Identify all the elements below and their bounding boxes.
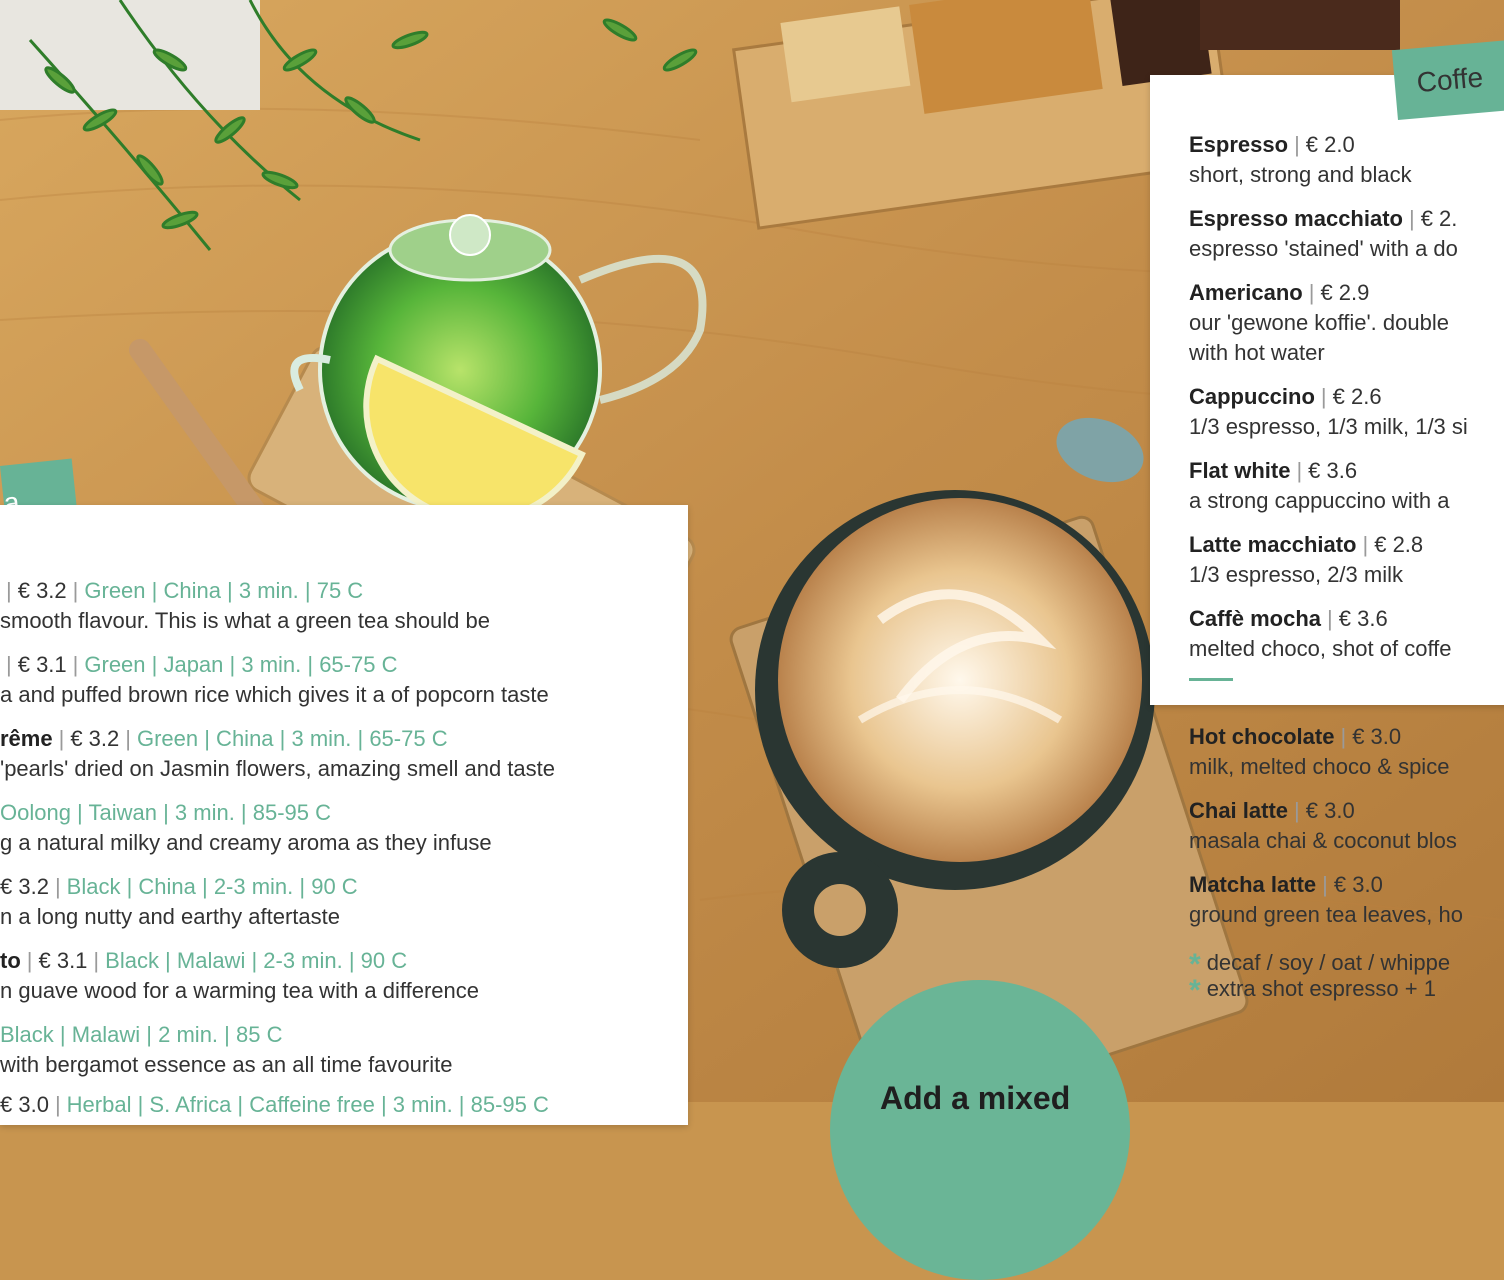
tea-item: | € 3.1 | Green | Japan | 3 min. | 65-75 C … [0, 652, 549, 707]
coffee-item: Caffè mocha | € 3.6 melted choco, shot of … [1189, 606, 1452, 661]
coffee-item: Matcha latte | € 3.0 ground green tea leav… [1189, 872, 1463, 927]
promo-circle [830, 980, 1130, 1280]
coffee-item: Espresso | € 2.0 short, strong and black [1189, 132, 1412, 187]
option-note: * decaf / soy / oat / whippe [1189, 948, 1451, 981]
coffee-item: Chai latte | € 3.0 masala chai & coconut b… [1189, 798, 1457, 853]
tea-item: rême | € 3.2 | Green | China | 3 min. | 65-7… [0, 726, 555, 781]
coffee-item: Latte macchiato | € 2.8 1/3 espresso, 2/3 … [1189, 532, 1424, 587]
tea-item: € 3.2 | Black | China | 2-3 min. | 90 C n … [0, 874, 358, 929]
coffee-item: Cappuccino | € 2.6 1/3 espresso, 1/3 milk,… [1189, 384, 1468, 439]
coffee-item: Espresso macchiato | € 2. espresso 'staine… [1189, 206, 1458, 261]
tea-item: € 3.0 | Herbal | S. Africa | Caffeine free… [0, 1092, 549, 1117]
coffee-section-tab: Coffe [1391, 38, 1504, 120]
tea-item: Black | Malawi | 2 min. | 85 C with berg… [0, 1022, 453, 1077]
option-note: * extra shot espresso + 1 [1189, 974, 1436, 1007]
coffee-item: Americano | € 2.9 our 'gewone koffie'. dou… [1189, 280, 1449, 365]
asterisk-icon: * [1189, 974, 1201, 1007]
coffee-item: Flat white | € 3.6 a strong cappuccino wit… [1189, 458, 1450, 513]
coffee-item: Hot chocolate | € 3.0 milk, melted choco &… [1189, 724, 1450, 779]
promo-text: Add a mixed [880, 1080, 1071, 1116]
coffee-tab-label: Coffe [1415, 61, 1485, 99]
tea-item: to | € 3.1 | Black | Malawi | 2-3 min. | 90 … [0, 948, 479, 1003]
tea-item: Oolong | Taiwan | 3 min. | 85-95 C g a n… [0, 800, 492, 855]
section-divider [1189, 678, 1233, 681]
tea-item: | € 3.2 | Green | China | 3 min. | 75 C smo… [0, 578, 490, 633]
